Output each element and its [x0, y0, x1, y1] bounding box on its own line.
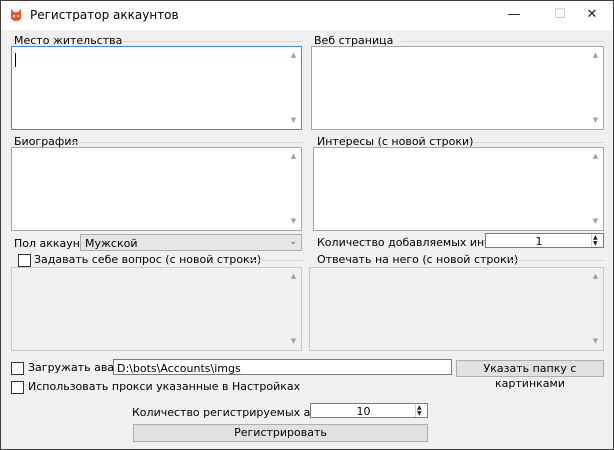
scroll-down-icon[interactable]: ▼: [286, 335, 301, 348]
avatar-path-value: D:\bots\Accounts\imgs: [117, 362, 241, 375]
avatar-checkbox[interactable]: [11, 362, 24, 375]
answer-textarea[interactable]: ▲ ▼: [309, 267, 604, 351]
spin-down-icon[interactable]: ▼: [593, 240, 598, 247]
register-button[interactable]: Регистрировать: [133, 424, 428, 442]
minimize-button[interactable]: —: [491, 1, 537, 30]
interests-scrollbar[interactable]: ▲ ▼: [588, 148, 603, 230]
scroll-up-icon[interactable]: ▲: [588, 49, 603, 62]
answer-group-line: [509, 260, 604, 261]
webpage-scrollbar[interactable]: ▲ ▼: [588, 47, 603, 129]
residence-group-line: [121, 41, 303, 42]
window-title: Регистратор аккаунтов: [30, 8, 179, 22]
scroll-down-icon[interactable]: ▼: [588, 215, 603, 228]
scroll-up-icon[interactable]: ▲: [286, 150, 301, 163]
app-window: Регистратор аккаунтов — ☐ ✕ Место житель…: [0, 0, 614, 450]
accounts-count-spin-buttons[interactable]: ▲ ▼: [415, 404, 427, 417]
avatar-path-field[interactable]: D:\bots\Accounts\imgs: [113, 359, 452, 375]
scroll-up-icon[interactable]: ▲: [286, 49, 301, 62]
accounts-count-stepper[interactable]: 10 ▲ ▼: [310, 403, 428, 418]
ask-question-label[interactable]: Задавать себе вопрос (с новой строки): [34, 253, 261, 266]
use-proxy-checkbox[interactable]: [11, 381, 24, 394]
biography-textarea[interactable]: ▲ ▼: [11, 147, 302, 231]
use-proxy-label[interactable]: Использовать прокси указанные в Настройк…: [28, 380, 300, 393]
residence-textarea[interactable]: ▲ ▼: [11, 46, 302, 130]
account-gender-select[interactable]: Мужской ⌄: [80, 234, 302, 251]
scroll-down-icon[interactable]: ▼: [588, 335, 603, 348]
answer-label: Отвечать на него (с новой строки): [317, 253, 519, 266]
chevron-down-icon: ⌄: [289, 237, 297, 247]
question-scrollbar[interactable]: ▲ ▼: [286, 268, 301, 350]
biography-group-line: [71, 142, 303, 143]
scroll-up-icon[interactable]: ▲: [286, 270, 301, 283]
scroll-down-icon[interactable]: ▼: [286, 114, 301, 127]
accounts-count-value: 10: [356, 405, 371, 418]
ask-question-group-line: [248, 260, 303, 261]
scroll-up-icon[interactable]: ▲: [588, 150, 603, 163]
app-cat-icon: [11, 9, 21, 21]
webpage-group-line: [401, 41, 604, 42]
interests-group-line: [473, 142, 604, 143]
interests-textarea[interactable]: ▲ ▼: [313, 147, 604, 231]
interests-count-stepper[interactable]: 1 ▲ ▼: [485, 233, 604, 248]
close-button[interactable]: ✕: [569, 1, 613, 30]
scroll-down-icon[interactable]: ▼: [286, 215, 301, 228]
webpage-textarea[interactable]: ▲ ▼: [311, 46, 604, 130]
answer-scrollbar[interactable]: ▲ ▼: [588, 268, 603, 350]
scroll-down-icon[interactable]: ▼: [588, 114, 603, 127]
title-bar[interactable]: Регистратор аккаунтов — ☐ ✕: [1, 1, 613, 30]
question-textarea[interactable]: ▲ ▼: [11, 267, 302, 351]
interests-count-value: 1: [535, 235, 543, 248]
biography-scrollbar[interactable]: ▲ ▼: [286, 148, 301, 230]
account-gender-value: Мужской: [85, 237, 138, 250]
choose-images-folder-button[interactable]: Указать папку с картинками: [456, 360, 604, 390]
spin-down-icon[interactable]: ▼: [417, 410, 422, 417]
ask-question-checkbox[interactable]: [18, 254, 31, 267]
scroll-up-icon[interactable]: ▲: [588, 270, 603, 283]
text-caret: [15, 53, 16, 67]
residence-scrollbar[interactable]: ▲ ▼: [286, 47, 301, 129]
interests-count-spin-buttons[interactable]: ▲ ▼: [591, 234, 603, 247]
